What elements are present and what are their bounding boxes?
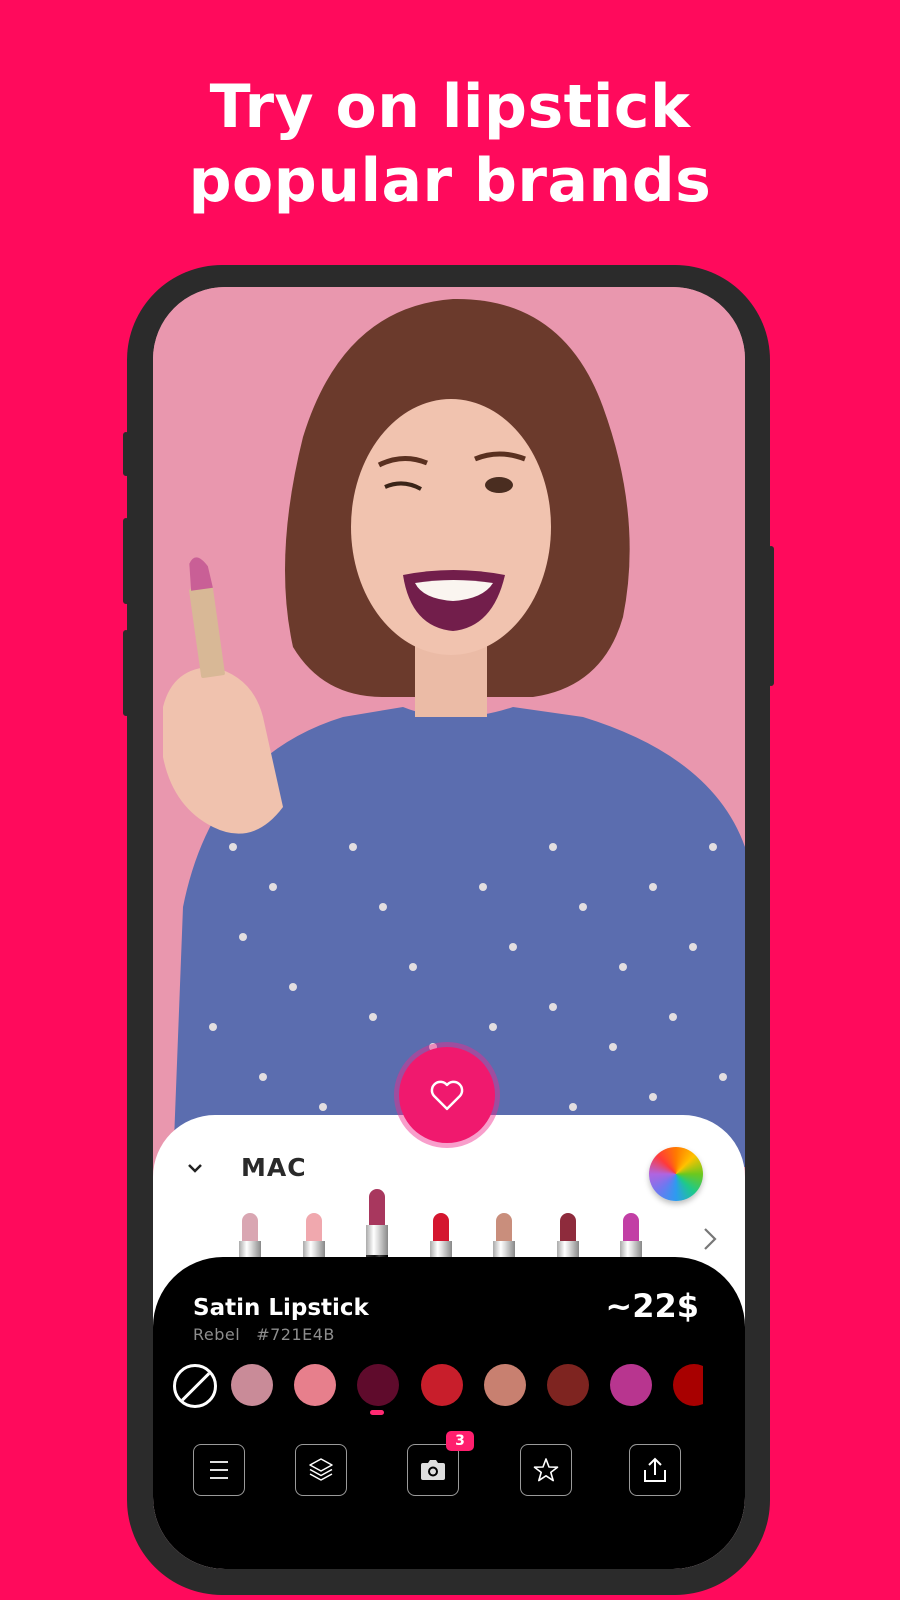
app-screen: MAC Satin Lipstick Rebel #721E4B ~22$ 3 xyxy=(153,287,745,1569)
product-detail-panel: Satin Lipstick Rebel #721E4B ~22$ 3 xyxy=(153,1257,745,1569)
camera-icon xyxy=(421,1460,445,1480)
headline-line-2: popular brands xyxy=(188,146,712,216)
bottom-toolbar: 3 xyxy=(153,1431,745,1502)
lipstick-bullet xyxy=(559,1213,576,1241)
camera-button[interactable]: 3 xyxy=(407,1431,474,1496)
headline: Try on lipstick popular brands xyxy=(0,70,900,218)
selected-swatch-indicator xyxy=(370,1410,384,1415)
product-price: ~22$ xyxy=(605,1287,699,1325)
layers-icon xyxy=(309,1458,333,1481)
lipstick-bullet xyxy=(496,1213,512,1241)
star-icon xyxy=(533,1458,559,1482)
shade-swatch[interactable] xyxy=(673,1364,703,1406)
brand-name: MAC xyxy=(241,1153,307,1182)
phone-side-button-1 xyxy=(123,432,129,476)
phone-power-button xyxy=(768,546,774,686)
shade-swatch[interactable] xyxy=(483,1364,526,1406)
chevron-right-icon xyxy=(704,1228,717,1250)
shade-swatch-list xyxy=(173,1361,703,1409)
menu-icon xyxy=(210,1461,228,1479)
shade-swatch[interactable] xyxy=(610,1364,653,1406)
shade-swatch[interactable] xyxy=(420,1364,463,1406)
product-shade-info: Rebel #721E4B xyxy=(193,1325,335,1344)
product-name: Satin Lipstick xyxy=(193,1295,369,1321)
next-lipsticks-button[interactable] xyxy=(703,1225,717,1258)
favorite-button[interactable] xyxy=(399,1047,495,1143)
share-icon xyxy=(644,1457,666,1482)
photo-count-badge: 3 xyxy=(446,1431,474,1451)
shade-swatch[interactable] xyxy=(547,1364,589,1406)
share-button[interactable] xyxy=(629,1444,681,1496)
layers-button[interactable] xyxy=(295,1444,347,1496)
menu-button[interactable] xyxy=(193,1444,245,1496)
lipstick-case-trim xyxy=(366,1225,388,1255)
chevron-down-icon xyxy=(188,1163,202,1173)
lipstick-bullet xyxy=(305,1213,322,1241)
favorites-button[interactable] xyxy=(520,1444,572,1496)
model-photo xyxy=(153,287,745,1167)
lipstick-bullet xyxy=(369,1189,385,1225)
shade-swatch[interactable] xyxy=(294,1364,337,1406)
phone-side-button-2 xyxy=(123,518,129,604)
brand-collapse-button[interactable] xyxy=(185,1158,205,1178)
shade-swatch[interactable] xyxy=(231,1364,273,1406)
shade-swatch-selected[interactable] xyxy=(357,1364,400,1406)
heart-icon xyxy=(430,1080,464,1111)
shade-name: Rebel xyxy=(193,1325,241,1344)
no-color-icon[interactable] xyxy=(173,1364,217,1408)
headline-line-1: Try on lipstick xyxy=(209,72,691,142)
lipstick-bullet xyxy=(242,1213,258,1241)
lipstick-bullet xyxy=(623,1213,639,1241)
brand-header: MAC xyxy=(185,1153,307,1182)
lipstick-bullet xyxy=(432,1213,449,1241)
shade-hex: #721E4B xyxy=(256,1325,335,1344)
phone-side-button-3 xyxy=(123,630,129,716)
